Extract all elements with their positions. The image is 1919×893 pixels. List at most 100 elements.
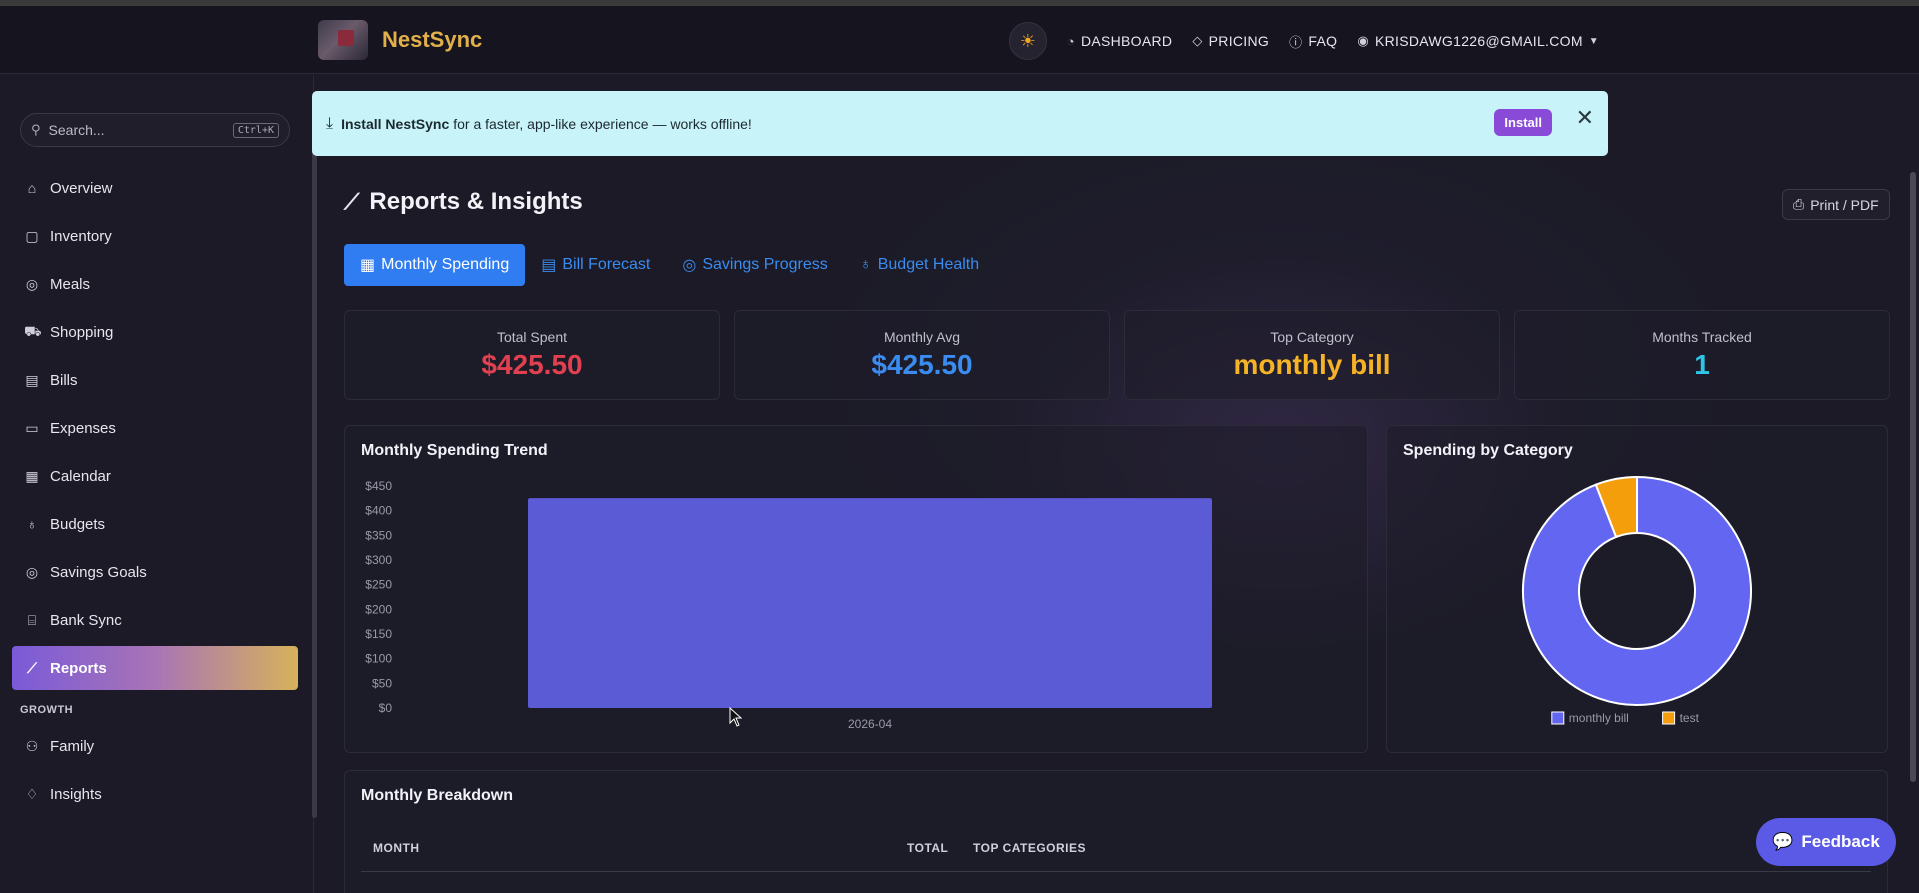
install-banner: ⤓ Install NestSync for a faster, app-lik… — [312, 91, 1608, 156]
sidebar-item-label: Savings Goals — [50, 563, 147, 581]
breakdown-table-header: MONTH TOTAL TOP CATEGORIES — [345, 841, 1887, 871]
nav-pricing-link[interactable]: ◇ PRICING — [1192, 33, 1269, 49]
x-tick-label: 2026-04 — [848, 717, 892, 731]
sidebar-item-label: Overview — [50, 179, 113, 197]
legend-swatch[interactable] — [1662, 711, 1676, 725]
stat-value: 1 — [1694, 349, 1710, 380]
y-tick-label: $400 — [365, 504, 392, 518]
y-tick-label: $350 — [365, 528, 392, 542]
tab-savings-progress[interactable]: ◎ Savings Progress — [666, 245, 843, 285]
brand[interactable]: NestSync — [318, 20, 482, 60]
cart-icon: ⛟ — [24, 322, 42, 339]
nav-link-label: DASHBOARD — [1080, 33, 1173, 49]
y-tick-label: $0 — [379, 701, 393, 715]
bank-icon: ⌸ — [27, 611, 37, 628]
stat-value: monthly bill — [1233, 349, 1391, 380]
tab-bill-forecast[interactable]: ▤ Bill Forecast — [525, 245, 666, 285]
tab-label: Bill Forecast — [562, 256, 651, 273]
banner-bold-text: Install NestSync — [341, 115, 450, 132]
sidebar-item-insights[interactable]: ♢ Insights — [12, 772, 298, 816]
user-email: KRISDAWG1226@GMAIL.COM — [1375, 33, 1583, 49]
search-shortcut-hint: Ctrl+K — [232, 122, 279, 138]
trend-bar-chart: $0 $50 $100 $150 $200 $250 $300 $350 $400 $450 202… — [365, 479, 1212, 731]
stat-label: Total Spent — [496, 329, 568, 345]
sidebar-item-label: Reports — [50, 659, 107, 677]
feedback-button[interactable]: 💬 Feedback — [1756, 818, 1896, 866]
search-input[interactable] — [48, 122, 209, 138]
y-tick-label: $50 — [372, 676, 392, 690]
tab-monthly-spending[interactable]: ▦ Monthly Spending — [344, 244, 526, 286]
trend-chart-panel: Monthly Spending Trend $0 $50 $100 $150 $200… — [344, 425, 1368, 753]
nav-faq-link[interactable]: ⓘ FAQ — [1289, 32, 1337, 51]
bar[interactable] — [528, 498, 1212, 708]
user-circle-icon: ◉ — [1357, 33, 1369, 48]
sidebar-item-family[interactable]: ⚇ Family — [12, 724, 298, 768]
print-label: Print / PDF — [1810, 196, 1879, 213]
legend-swatch[interactable] — [1551, 711, 1565, 725]
brand-name: NestSync — [382, 27, 483, 52]
theme-toggle-button[interactable]: ☀ — [1008, 22, 1047, 60]
tab-label: Monthly Spending — [381, 256, 510, 273]
sidebar-item-savings-goals[interactable]: ◎ Savings Goals — [12, 550, 298, 594]
search-icon: ⚲ — [31, 122, 41, 137]
gauge-icon: ◔ — [1066, 33, 1075, 49]
download-icon: ⤓ — [326, 114, 334, 132]
tab-budget-health[interactable]: ♁ Budget Health — [844, 246, 995, 284]
sidebar-search[interactable]: ⚲ Ctrl+K — [20, 113, 290, 147]
legend-label[interactable]: test — [1680, 711, 1700, 725]
user-menu-dropdown[interactable]: ◉ KRISDAWG1226@GMAIL.COM ▼ — [1357, 33, 1599, 49]
sidebar-item-label: Meals — [50, 275, 91, 293]
piggy-bank-icon: ♁ — [26, 516, 38, 532]
calendar-icon: ▦ — [25, 467, 39, 484]
install-button[interactable]: Install — [1494, 109, 1552, 136]
monthly-breakdown-panel: Monthly Breakdown MONTH TOTAL TOP CATEGO… — [344, 770, 1888, 893]
sun-icon: ☀ — [1019, 30, 1036, 51]
sidebar-item-reports[interactable]: ⟋ Reports — [12, 646, 298, 690]
sidebar-item-meals[interactable]: ◎ Meals — [12, 262, 298, 306]
sidebar-item-bank-sync[interactable]: ⌸ Bank Sync — [12, 598, 298, 642]
piggy-bank-icon: ♁ — [859, 256, 872, 273]
legend-label[interactable]: monthly bill — [1569, 711, 1629, 725]
close-icon[interactable]: ✕ — [1576, 105, 1594, 131]
print-pdf-button[interactable]: ⎙ Print / PDF — [1782, 189, 1890, 220]
page-title: ⟋ Reports & Insights — [344, 188, 583, 216]
y-tick-label: $300 — [365, 553, 392, 567]
sidebar-item-bills[interactable]: ▤ Bills — [12, 358, 298, 402]
receipt-icon: ▤ — [25, 371, 39, 388]
chat-bubble-icon: 💬 — [1772, 832, 1794, 851]
sidebar-item-label: Bank Sync — [50, 611, 122, 629]
sidebar-item-label: Expenses — [50, 419, 116, 437]
sidebar-item-budgets[interactable]: ♁ Budgets — [12, 502, 298, 546]
tab-label: Budget Health — [877, 256, 980, 273]
stat-label: Months Tracked — [1652, 329, 1752, 345]
sidebar-item-expenses[interactable]: ▭ Expenses — [12, 406, 298, 450]
sidebar-item-label: Bills — [50, 371, 78, 389]
fork-icon: ◎ — [25, 275, 39, 292]
sidebar-item-label: Calendar — [50, 467, 111, 485]
y-tick-label: $200 — [365, 602, 392, 616]
column-header-top-categories[interactable]: TOP CATEGORIES — [973, 841, 1086, 855]
sidebar-scrollbar[interactable] — [312, 100, 317, 818]
stat-value: $425.50 — [871, 349, 973, 380]
page-title-text: Reports & Insights — [369, 188, 583, 215]
column-header-month[interactable]: MONTH — [373, 841, 420, 855]
target-icon: ◎ — [25, 563, 39, 580]
main-scrollbar[interactable] — [1910, 172, 1916, 782]
nav-dashboard-link[interactable]: ◔ DASHBOARD — [1067, 33, 1173, 49]
stat-value: $425.50 — [481, 349, 583, 380]
report-tabs: ▦ Monthly Spending ▤ Bill Forecast ◎ Sav… — [344, 244, 995, 286]
sidebar-menu: ⌂ Overview ▢ Inventory ◎ Meals ⛟ Shoppin… — [12, 166, 298, 820]
category-chart-panel: Spending by Category monthly bill test — [1386, 425, 1888, 753]
y-tick-label: $150 — [365, 627, 392, 641]
printer-icon: ⎙ — [1793, 196, 1805, 212]
stats-row: Total Spent $425.50 Monthly Avg $425.50 … — [344, 310, 1890, 400]
column-header-total[interactable]: TOTAL — [907, 841, 948, 855]
sidebar-item-shopping[interactable]: ⛟ Shopping — [12, 310, 298, 354]
lightbulb-icon: ♢ — [25, 785, 39, 802]
stat-months-tracked: Months Tracked 1 — [1514, 310, 1890, 400]
sidebar-item-inventory[interactable]: ▢ Inventory — [12, 214, 298, 258]
banner-text: for a faster, app-like experience — work… — [453, 115, 752, 132]
sidebar-item-label: Shopping — [50, 323, 114, 341]
sidebar-item-calendar[interactable]: ▦ Calendar — [12, 454, 298, 498]
sidebar-item-overview[interactable]: ⌂ Overview — [12, 166, 298, 210]
